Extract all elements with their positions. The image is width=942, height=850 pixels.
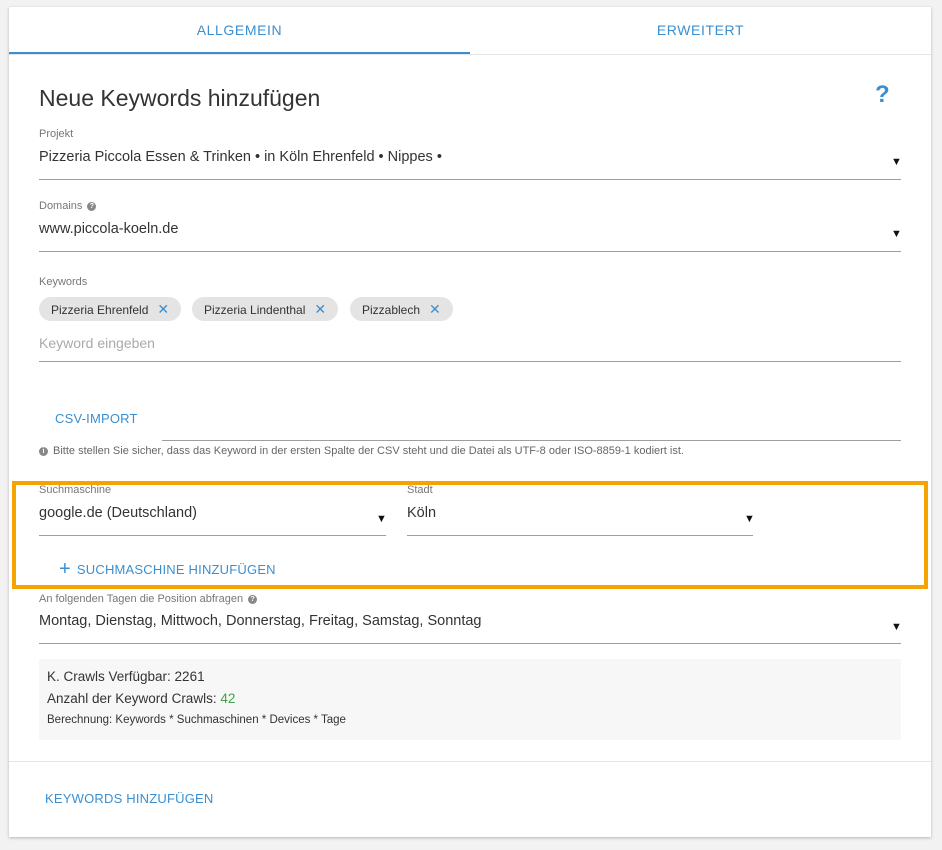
question-icon: ? (87, 201, 97, 211)
days-label: An folgenden Tagen die Position abfragen… (39, 593, 258, 605)
city-underline (407, 535, 753, 536)
search-engine-label: Suchmaschine (39, 484, 112, 496)
search-engine-underline (39, 535, 386, 536)
tab-allgemein[interactable]: ALLGEMEIN (9, 7, 470, 54)
crawls-calculation: Berechnung: Keywords * Suchmaschinen * D… (47, 714, 346, 726)
crawls-count-value: 42 (220, 691, 236, 706)
project-underline (39, 179, 901, 180)
help-icon[interactable]: ? (875, 81, 890, 109)
page-title: Neue Keywords hinzufügen (39, 85, 321, 111)
footer-divider (9, 761, 931, 762)
add-keywords-card: ALLGEMEIN ERWEITERT Neue Keywords hinzuf… (9, 7, 931, 837)
project-value: Pizzeria Piccola Essen & Trinken • in Kö… (39, 149, 442, 165)
search-engine-value: google.de (Deutschland) (39, 505, 197, 521)
keyword-input[interactable]: Keyword eingeben (39, 335, 155, 351)
tab-erweitert[interactable]: ERWEITERT (470, 7, 931, 54)
project-label: Projekt (39, 128, 74, 140)
question-icon: ? (248, 594, 258, 604)
keyword-chip: Pizzablech ✕ (350, 297, 453, 321)
add-keywords-button[interactable]: KEYWORDS HINZUFÜGEN (45, 791, 213, 806)
close-icon[interactable]: ✕ (157, 301, 169, 317)
csv-file-underline[interactable] (162, 440, 901, 441)
domains-value: www.piccola-koeln.de (39, 221, 179, 237)
keyword-chip: Pizzeria Lindenthal ✕ (192, 297, 339, 321)
chevron-down-icon: ▼ (744, 513, 755, 525)
chevron-down-icon: ▼ (891, 156, 902, 168)
domains-underline (39, 251, 901, 252)
close-icon[interactable]: ✕ (429, 301, 441, 317)
tab-bar: ALLGEMEIN ERWEITERT (9, 7, 931, 55)
add-search-engine-button[interactable]: + SUCHMASCHINE HINZUFÜGEN (59, 558, 276, 582)
csv-info-text: i Bitte stellen Sie sicher, dass das Keyw… (39, 445, 684, 457)
chevron-down-icon: ▼ (891, 228, 902, 240)
info-icon: i (39, 446, 48, 456)
chevron-down-icon: ▼ (891, 621, 902, 633)
keywords-label: Keywords (39, 276, 88, 288)
chevron-down-icon: ▼ (376, 513, 387, 525)
domains-label: Domains? (39, 200, 97, 212)
csv-import-button[interactable]: CSV-IMPORT (55, 411, 138, 426)
crawls-available: K. Crawls Verfügbar: 2261 (47, 669, 205, 684)
keyword-chip: Pizzeria Ehrenfeld ✕ (39, 297, 182, 321)
city-value: Köln (407, 505, 437, 521)
crawls-count: Anzahl der Keyword Crawls: 42 (47, 691, 236, 706)
days-underline (39, 643, 901, 644)
city-label: Stadt (407, 484, 433, 496)
keyword-input-underline (39, 361, 901, 362)
days-value: Montag, Dienstag, Mittwoch, Donnerstag, … (39, 613, 482, 629)
close-icon[interactable]: ✕ (314, 301, 326, 317)
plus-icon: + (59, 558, 71, 580)
crawl-info-box: K. Crawls Verfügbar: 2261 Anzahl der Key… (39, 659, 901, 740)
